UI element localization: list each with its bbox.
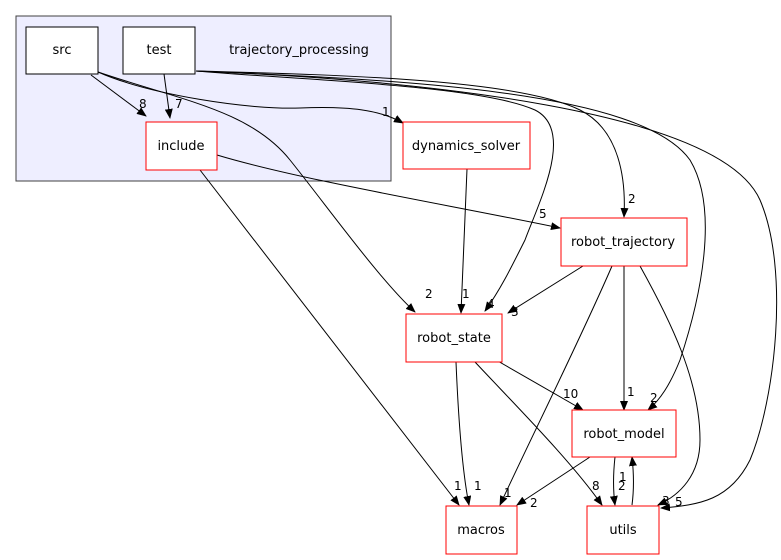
edge-robot-state-robot-model[interactable] [495,359,584,411]
edge-robot-model-macros[interactable] [516,456,591,506]
edge-robot-model-utils[interactable] [609,456,618,506]
edge-label-include-robot-trajectory[interactable]: 5 [539,207,547,221]
edge-label-include-macros[interactable]: 1 [454,479,462,493]
edge-label-robot-trajectory-utils[interactable]: 3 [662,494,670,508]
edge-label-src-include[interactable]: 8 [139,97,147,111]
edge-label-robot-state-macros[interactable]: 1 [474,479,482,493]
node-label-include: include [157,139,204,154]
edge-label-src-dynamics-solver[interactable]: 1 [382,105,390,119]
edge-robot-trajectory-robot-state[interactable] [507,265,584,314]
node-src[interactable]: src [25,26,99,75]
node-label-src: src [53,43,72,58]
edge-utils-robot-model[interactable] [629,456,637,506]
node-dynamics-solver[interactable]: dynamics_solver [402,121,531,170]
edge-label-robot-trajectory-macros[interactable]: 1 [504,486,512,500]
edge-robot-trajectory-utils[interactable] [639,265,701,506]
edge-label-test-robot-state[interactable]: 4 [487,297,495,311]
node-utils[interactable]: utils [586,505,660,555]
node-label-robot-trajectory: robot_trajectory [571,235,675,250]
node-robot-model[interactable]: robot_model [571,409,677,458]
node-label-utils: utils [609,523,637,538]
node-label-dynamics-solver: dynamics_solver [412,139,521,154]
node-include[interactable]: include [145,121,218,171]
node-label-robot-model: robot_model [583,427,664,442]
node-label-test: test [147,43,172,58]
edge-label-test-include[interactable]: 7 [175,97,183,111]
node-robot-trajectory[interactable]: robot_trajectory [560,217,688,267]
edge-label-robot-trajectory-robot-state[interactable]: 3 [511,305,519,319]
edge-label-utils-robot-model[interactable]: 1 [619,470,627,484]
edge-label-dynamics-solver-robot-state[interactable]: 1 [462,287,470,301]
edge-label-robot-trajectory-robot-model[interactable]: 1 [627,385,635,399]
dependency-graph: trajectory_processing 8 7 1 2 4 2 2 5 5 [15,15,778,555]
edge-label-test-robot-model[interactable]: 2 [650,391,658,405]
edge-robot-trajectory-macros[interactable] [499,265,613,506]
node-macros[interactable]: macros [445,505,518,555]
node-label-macros: macros [457,523,505,538]
node-robot-state[interactable]: robot_state [405,313,503,363]
edge-label-robot-state-robot-model[interactable]: 10 [563,387,578,401]
cluster-label: trajectory_processing [229,43,369,58]
edge-label-robot-model-macros[interactable]: 2 [530,496,538,510]
edge-label-test-utils[interactable]: 5 [675,495,683,509]
edge-label-robot-state-utils[interactable]: 8 [592,479,600,493]
edge-label-test-robot-trajectory[interactable]: 2 [628,192,636,206]
edge-label-src-robot-state[interactable]: 2 [425,287,433,301]
node-label-robot-state: robot_state [417,331,491,346]
node-test[interactable]: test [122,26,196,75]
